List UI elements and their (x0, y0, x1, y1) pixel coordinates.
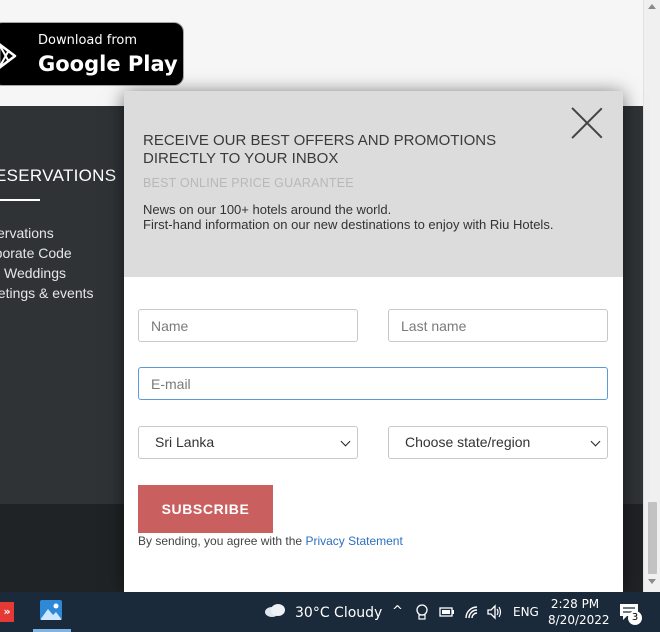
last-name-input[interactable] (388, 309, 608, 342)
privacy-statement-link[interactable]: Privacy Statement (305, 534, 402, 548)
scroll-up-arrow-icon[interactable] (648, 4, 656, 9)
reservations-heading: ESERVATIONS (0, 166, 117, 185)
footer-link-weddings[interactable]: U Weddings (0, 263, 94, 283)
speaker-icon[interactable] (486, 604, 504, 620)
scroll-down-arrow-icon[interactable] (648, 579, 656, 584)
photos-app-icon[interactable] (37, 598, 65, 626)
country-selected-value: Sri Lanka (155, 434, 215, 450)
info-line: First-hand information on our new destin… (143, 217, 554, 232)
footer-link-meetings[interactable]: eetings & events (0, 283, 94, 303)
agree-text: By sending, you agree with the (138, 534, 306, 548)
cloud-icon[interactable] (264, 603, 286, 617)
clock-date: 8/20/2022 (548, 613, 610, 627)
footer-link-corporate-code[interactable]: rporate Code (0, 243, 94, 263)
reservations-underline (0, 199, 40, 201)
newsletter-modal: RECEIVE OUR BEST OFFERS AND PROMOTIONS D… (124, 91, 623, 592)
chevron-down-icon (340, 436, 351, 447)
notification-count-badge: 3 (628, 611, 642, 625)
subscribe-button[interactable]: SUBSCRIBE (138, 485, 273, 533)
google-play-small-text: Download from (38, 33, 138, 48)
modal-description: News on our 100+ hotels around the world… (143, 202, 583, 232)
chevron-up-icon[interactable]: ^ (392, 604, 403, 619)
page-scrollbar[interactable] (643, 0, 660, 592)
region-selected-value: Choose state/region (405, 434, 531, 450)
app-chevrons-icon[interactable]: » (0, 602, 14, 622)
modal-header: RECEIVE OUR BEST OFFERS AND PROMOTIONS D… (124, 91, 623, 277)
scroll-thumb[interactable] (648, 502, 657, 574)
footer-link-reservations[interactable]: servations (0, 223, 94, 243)
battery-icon[interactable] (439, 605, 455, 619)
system-clock[interactable]: 2:28 PM 8/20/2022 (548, 596, 610, 628)
close-icon[interactable] (570, 106, 604, 140)
price-guarantee-text: BEST ONLINE PRICE GUARANTEE (143, 176, 354, 190)
email-input[interactable] (138, 367, 608, 400)
google-play-badge[interactable]: Download from Google Play (0, 22, 184, 86)
privacy-agreement: By sending, you agree with the Privacy S… (138, 534, 403, 548)
reservations-links: servations rporate Code U Weddings eetin… (0, 223, 94, 303)
google-play-icon (0, 43, 17, 69)
wifi-icon[interactable] (464, 605, 480, 619)
region-select[interactable]: Choose state/region (388, 426, 608, 459)
google-play-big-text: Google Play (38, 52, 178, 76)
weather-text[interactable]: 30°C Cloudy (295, 605, 382, 621)
country-select[interactable]: Sri Lanka (138, 426, 358, 459)
name-input[interactable] (138, 309, 358, 342)
windows-taskbar: » 30°C Cloudy ^ ENG 2:28 PM 8/20/2022 3 (0, 592, 660, 632)
meet-now-icon[interactable] (416, 604, 428, 620)
clock-time: 2:28 PM (550, 597, 600, 611)
language-indicator[interactable]: ENG (513, 605, 539, 619)
chevron-down-icon (590, 436, 601, 447)
modal-title: RECEIVE OUR BEST OFFERS AND PROMOTIONS D… (143, 132, 497, 167)
news-line: News on our 100+ hotels around the world… (143, 202, 392, 217)
